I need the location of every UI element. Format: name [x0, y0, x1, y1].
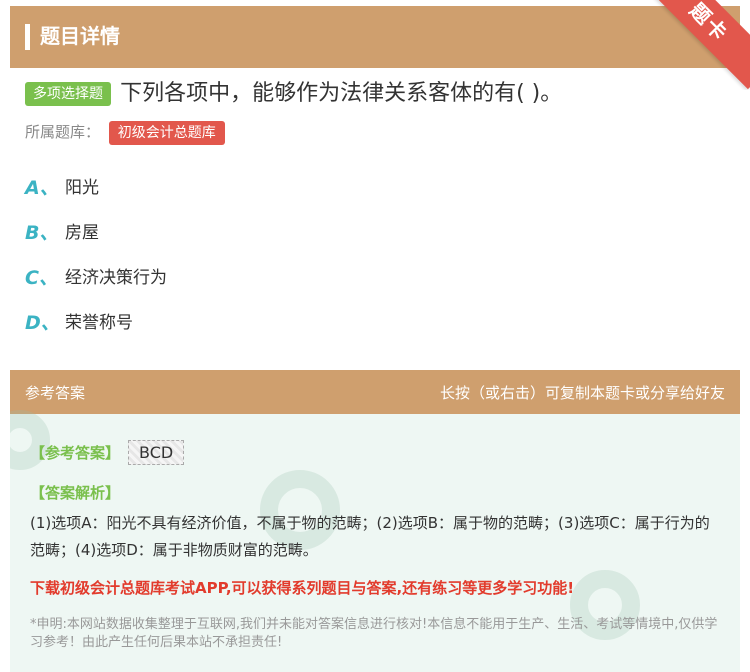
- share-hint: 长按（或右击）可复制本题卡或分享给好友: [439, 383, 725, 402]
- analysis-text: (1)选项A：阳光不具有经济价值，不属于物的范畴；(2)选项B：属于物的范畴；(…: [30, 514, 710, 559]
- option-text: 经济决策行为: [65, 268, 167, 288]
- option-letter: C、: [25, 267, 58, 289]
- answer-header: 参考答案 长按（或右击）可复制本题卡或分享给好友: [10, 370, 740, 414]
- question-bank-row: 所属题库： 初级会计总题库: [25, 120, 225, 145]
- option-letter: D、: [25, 312, 60, 334]
- analysis-label: 【答案解析】: [30, 484, 121, 502]
- option-b[interactable]: B、 房屋: [25, 217, 167, 262]
- option-text: 房屋: [65, 223, 99, 243]
- question-card-ribbon: 题卡: [641, 0, 750, 90]
- header-accent-bar: [25, 24, 30, 50]
- question-type-badge: 多项选择题: [25, 82, 111, 106]
- option-letter: B、: [25, 222, 59, 244]
- question-text: 下列各项中，能够作为法律关系客体的有( )。: [120, 81, 563, 106]
- page-title: 题目详情: [40, 24, 120, 48]
- app-promo-link[interactable]: 下载初级会计总题库考试APP,可以获得系列题目与答案,还有练习等更多学习功能!: [30, 576, 720, 600]
- bank-tag-link[interactable]: 初级会计总题库: [108, 121, 225, 145]
- reference-answer-label: 【参考答案】: [30, 444, 121, 462]
- reference-answer-row: 【参考答案】 BCD: [30, 440, 185, 465]
- option-a[interactable]: A、 阳光: [25, 172, 167, 217]
- option-d[interactable]: D、 荣誉称号: [25, 307, 167, 352]
- options-list: A、 阳光 B、 房屋 C、 经济决策行为 D、 荣誉称号: [25, 172, 167, 352]
- option-letter: A、: [25, 177, 59, 199]
- bank-label: 所属题库：: [25, 123, 101, 141]
- answer-section: 参考答案 长按（或右击）可复制本题卡或分享给好友 【参考答案】 BCD 【答案解…: [10, 370, 740, 672]
- question-row: 多项选择题 下列各项中，能够作为法律关系客体的有( )。: [25, 79, 725, 109]
- corner-ribbon-wrapper: 题卡: [630, 0, 750, 90]
- option-c[interactable]: C、 经济决策行为: [25, 262, 167, 307]
- answer-header-title: 参考答案: [25, 383, 86, 402]
- option-text: 荣誉称号: [65, 313, 133, 333]
- option-text: 阳光: [65, 178, 99, 198]
- disclaimer-text: *申明:本网站数据收集整理于互联网,我们并未能对答案信息进行核对!本信息不能用于…: [30, 617, 718, 650]
- reference-answer-value: BCD: [128, 440, 185, 465]
